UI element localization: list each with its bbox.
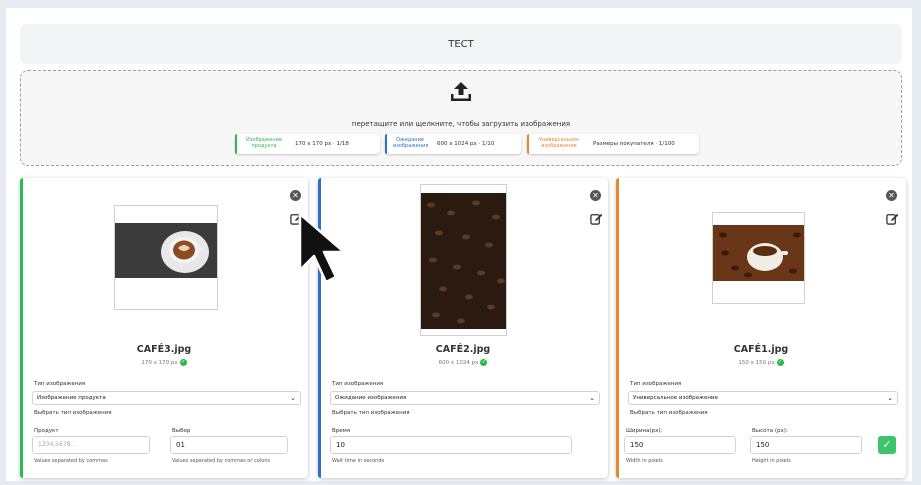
time-input[interactable]: 10	[330, 436, 572, 454]
close-icon[interactable]: ✕	[886, 190, 897, 201]
width-hint: Width in pixels	[626, 458, 663, 464]
check-icon: ✓	[179, 359, 187, 366]
upload-icon	[451, 82, 471, 101]
image-dimensions: 170 x 170 px ✓	[141, 359, 187, 366]
height-label: Высота (px):	[752, 428, 788, 434]
selection-input[interactable]: 01	[170, 436, 288, 454]
chip-waiting-image: Ожидание изображения 600 x 1024 px · 1/1…	[385, 134, 521, 154]
time-hint: Wait time in seconds	[332, 458, 385, 464]
type-hint: Выбрать тип изображения	[332, 410, 410, 416]
page-title-text: ТЕСТ	[448, 38, 474, 50]
image-preview	[420, 184, 507, 336]
image-type-select[interactable]: Ожидание изображения ⌄	[330, 391, 600, 405]
chip-product-image: Изображение продукта 170 x 170 px · 1/18	[235, 134, 380, 154]
page-frame: ТЕСТ перетащите или щелкните, чтобы загр…	[6, 8, 912, 481]
image-card-cafe3: ✕ CAFÉ3.jpg 170 x 170 px ✓ Тип изображени…	[20, 178, 308, 478]
height-hint: Height in pixels	[752, 458, 791, 464]
type-hint: Выбрать тип изображения	[630, 410, 708, 416]
type-hint: Выбрать тип изображения	[34, 410, 112, 416]
coffee-cup-beans-image	[713, 225, 804, 281]
close-icon[interactable]: ✕	[290, 190, 301, 201]
coffee-beans-image	[421, 193, 506, 329]
check-icon: ✓	[882, 438, 892, 451]
selection-hint: Values separated by commas or colons	[172, 458, 271, 464]
image-type-select[interactable]: Изображение продукта ⌄	[32, 391, 301, 405]
image-filename: CAFÉ1.jpg	[733, 344, 789, 355]
image-type-select[interactable]: Универсальное изображение ⌄	[628, 391, 898, 405]
confirm-button[interactable]: ✓	[878, 436, 896, 454]
product-input[interactable]: 1234,5678...	[32, 436, 150, 454]
width-label: Ширина(px):	[626, 428, 663, 434]
type-label: Тип изображения	[34, 381, 86, 387]
check-icon: ✓	[776, 359, 784, 366]
image-dimensions: 150 x 150 px ✓	[738, 359, 784, 366]
chevron-down-icon: ⌄	[290, 394, 296, 402]
chip-universal-image: Универсальное изображение Размеры покупа…	[527, 134, 699, 154]
image-preview	[712, 212, 805, 304]
close-icon[interactable]: ✕	[590, 190, 601, 201]
upload-dropzone[interactable]: перетащите или щелкните, чтобы загрузить…	[20, 70, 902, 166]
type-label: Тип изображения	[630, 381, 682, 387]
image-card-cafe2: ✕ CAFÉ2.jpg 600 x 1024 px ✓ Тип изображе…	[318, 178, 608, 478]
coffee-cup-image	[115, 223, 217, 278]
chevron-down-icon: ⌄	[887, 394, 893, 402]
type-label: Тип изображения	[332, 381, 384, 387]
image-dimensions: 600 x 1024 px ✓	[438, 359, 488, 366]
mouse-cursor-icon	[298, 212, 346, 284]
card-accent-bar	[20, 178, 23, 478]
height-input[interactable]: 150	[750, 436, 862, 454]
image-card-cafe1: ✕ CAFÉ1.jpg 150 x 150 px ✓ Тип изображени…	[616, 178, 906, 478]
edit-icon[interactable]	[886, 212, 899, 225]
time-label: Время	[332, 428, 351, 434]
card-accent-bar	[616, 178, 619, 478]
product-label: Продукт	[34, 428, 59, 434]
edit-icon[interactable]	[590, 212, 603, 225]
chevron-down-icon: ⌄	[589, 394, 595, 402]
page-title: ТЕСТ	[20, 24, 902, 64]
upload-instruction: перетащите или щелкните, чтобы загрузить…	[351, 120, 571, 128]
width-input[interactable]: 150	[624, 436, 736, 454]
selection-label: Выбор	[172, 428, 191, 434]
image-filename: CAFÉ3.jpg	[136, 344, 192, 355]
check-icon: ✓	[480, 359, 488, 366]
image-filename: CAFÉ2.jpg	[435, 344, 491, 355]
image-preview	[114, 205, 218, 310]
product-hint: Values separated by commas	[34, 458, 108, 464]
